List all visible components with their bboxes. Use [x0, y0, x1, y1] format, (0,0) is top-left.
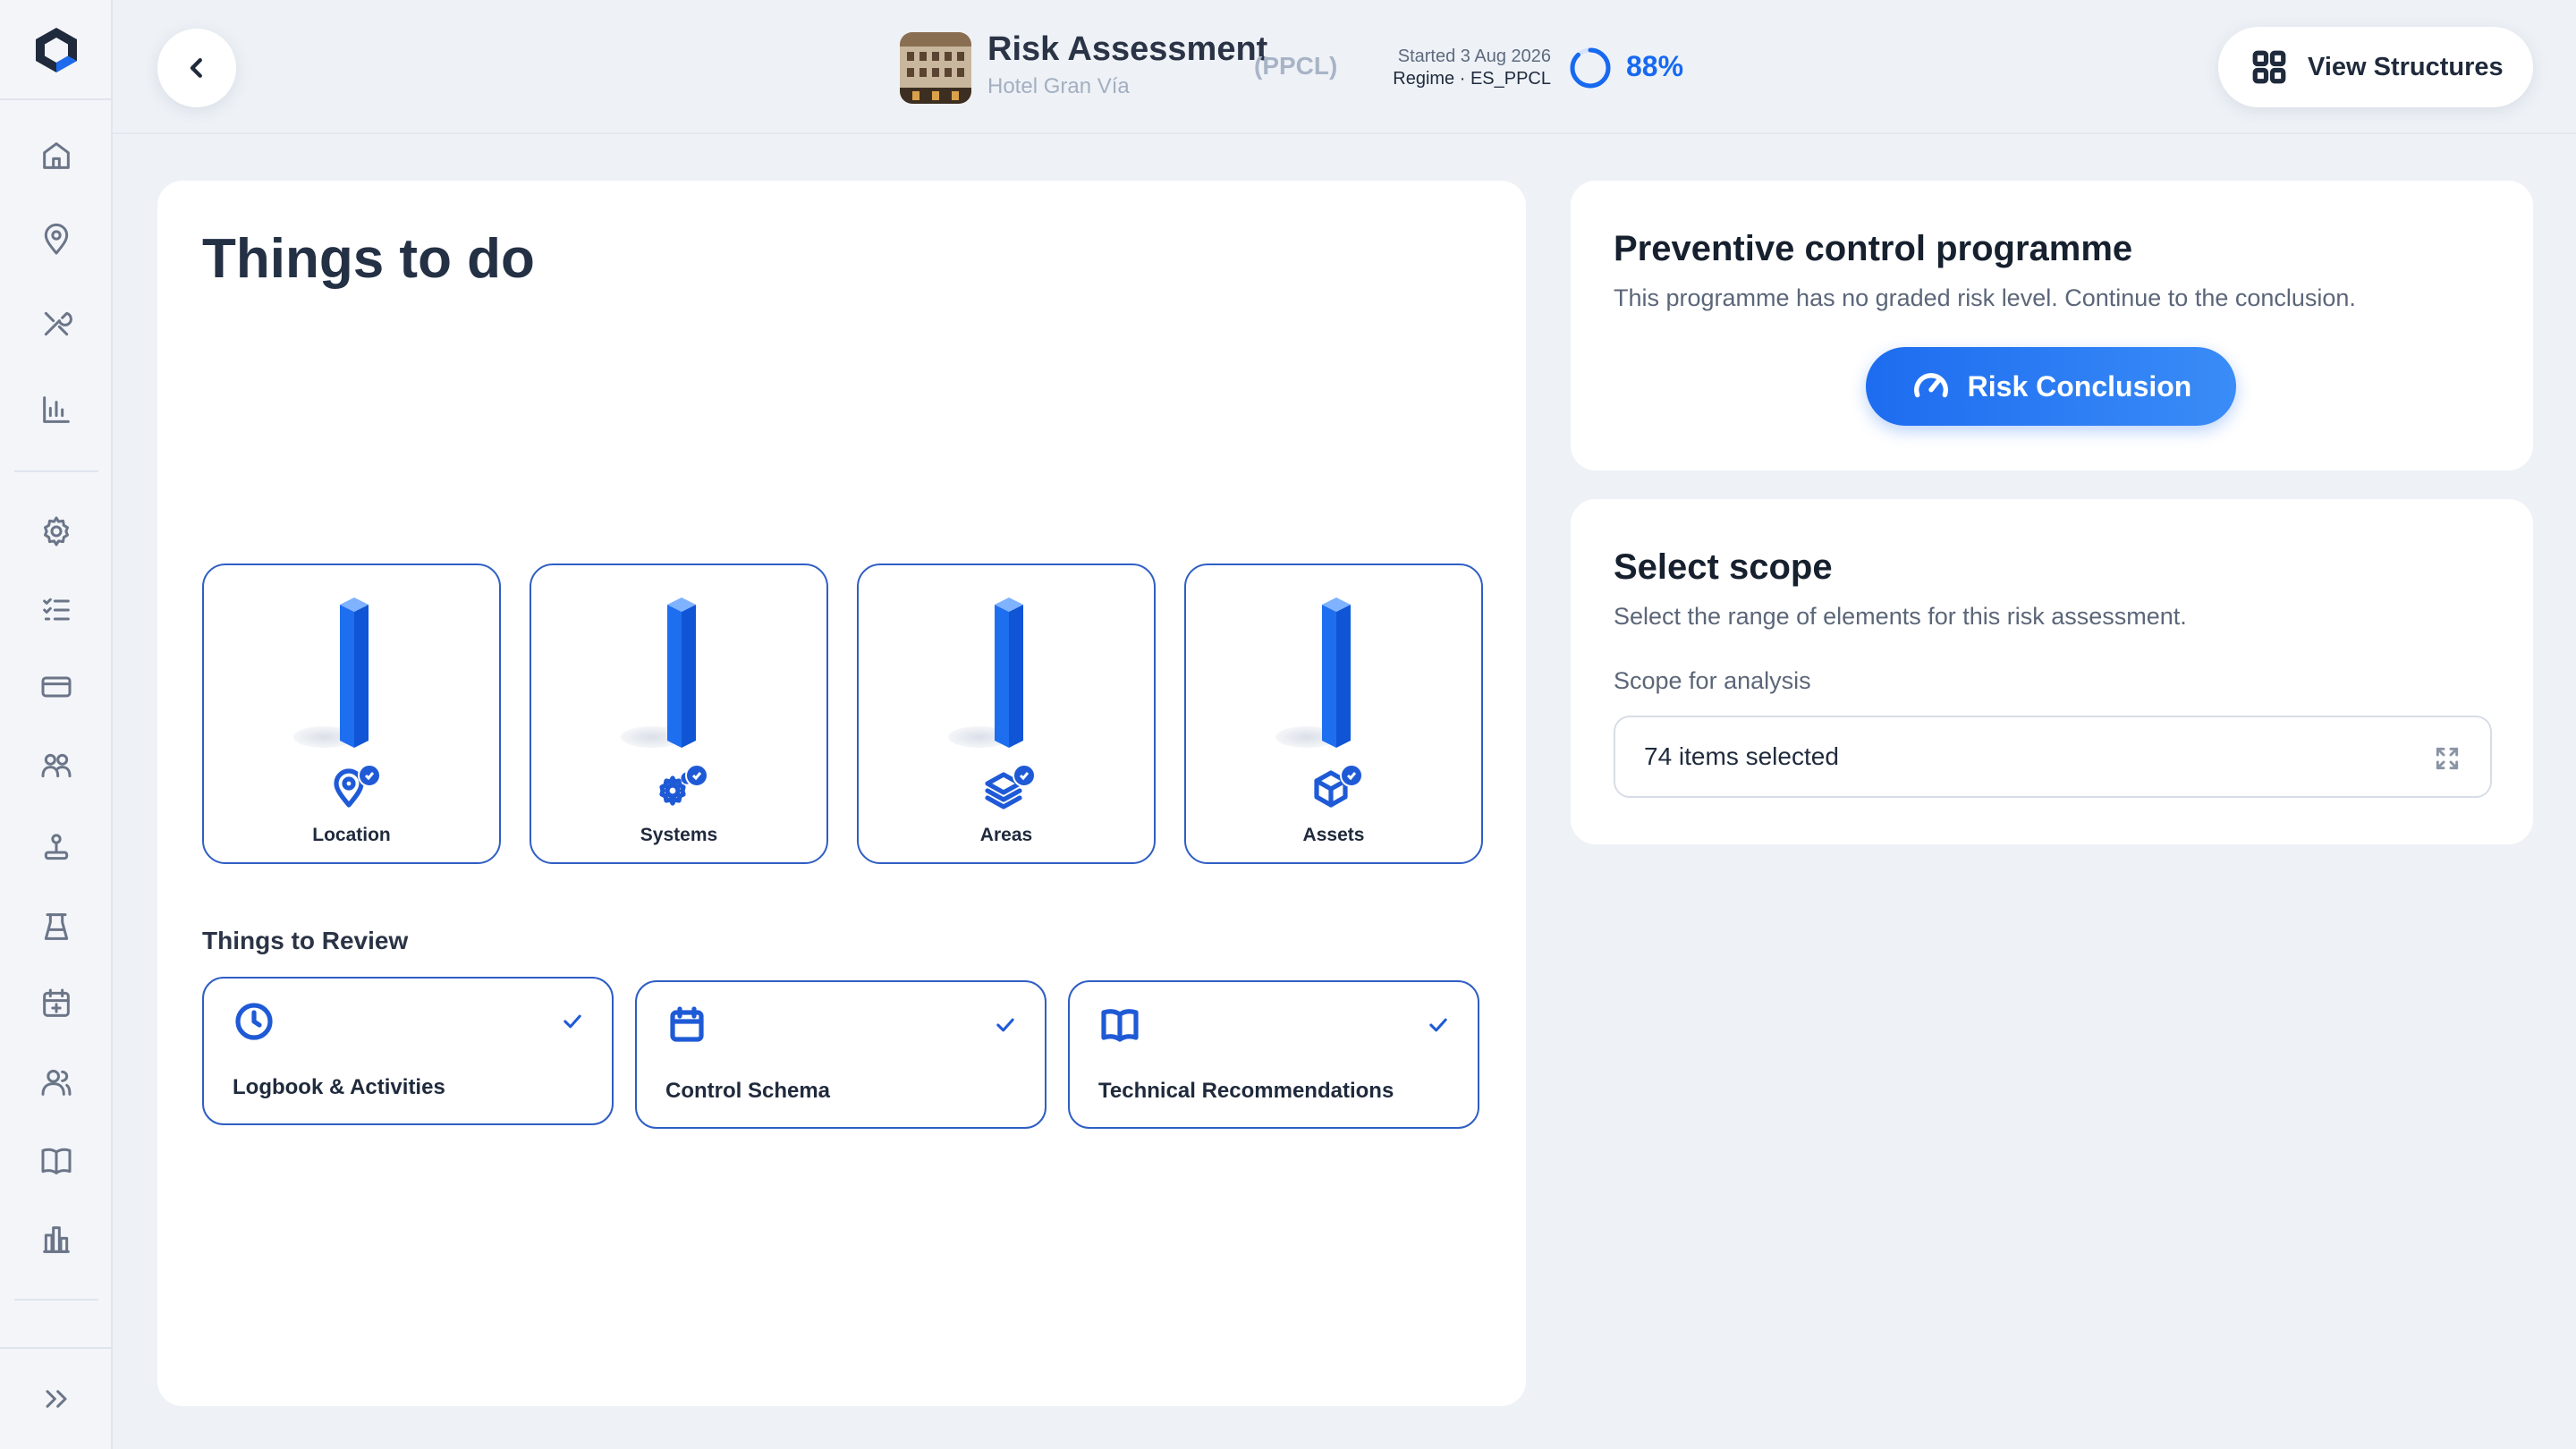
checklist-icon[interactable] — [35, 589, 78, 631]
regime-label: Regime · ES_PPCL — [1393, 69, 1551, 89]
check-badge-icon — [1013, 764, 1036, 787]
grid-icon — [2252, 50, 2286, 84]
expand-icon[interactable] — [2433, 744, 2462, 773]
back-button[interactable] — [157, 29, 236, 107]
calendar-icon — [665, 1004, 708, 1046]
select-scope-card: Select scope Select the range of element… — [1571, 499, 2533, 844]
book-icon[interactable] — [35, 1140, 78, 1182]
joystick-icon[interactable] — [35, 826, 78, 869]
buildings-icon[interactable] — [35, 1218, 78, 1261]
location-pin-icon[interactable] — [35, 218, 78, 261]
tile-systems[interactable]: Systems — [530, 564, 828, 864]
scope-select[interactable]: 74 items selected — [1614, 716, 2492, 798]
page-subtitle: Hotel Gran Vía — [987, 74, 1130, 98]
tile-location[interactable]: Location — [202, 564, 501, 864]
tile-label: Location — [312, 825, 391, 845]
card-icon[interactable] — [35, 665, 78, 708]
review-label: Control Schema — [665, 1079, 831, 1103]
review-technical-recommendations[interactable]: Technical Recommendations — [1068, 980, 1479, 1129]
started-info: Started 3 Aug 2026 Regime · ES_PPCL — [1365, 47, 1551, 89]
gauge-icon — [1913, 373, 1948, 398]
home-icon[interactable] — [35, 134, 78, 177]
tile-label: Systems — [640, 825, 718, 845]
page-title: Risk Assessment — [987, 30, 1268, 68]
lab-flask-icon[interactable] — [35, 905, 78, 948]
preventive-control-card: Preventive control programme This progra… — [1571, 181, 2533, 470]
regime-code: (PPCL) — [1254, 52, 1338, 80]
started-date: Started 3 Aug 2026 — [1397, 47, 1551, 66]
check-badge-icon — [358, 764, 381, 787]
gears-icon — [655, 764, 708, 818]
review-label: Logbook & Activities — [233, 1075, 445, 1099]
risk-conclusion-button[interactable]: Risk Conclusion — [1866, 347, 2236, 426]
preventive-description: This programme has no graded risk level.… — [1614, 284, 2356, 311]
progress-bar-3d — [995, 597, 1023, 748]
scope-title: Select scope — [1614, 547, 1833, 587]
title-block: Risk Assessment (PPCL) Hotel Gran Vía — [987, 30, 1337, 99]
progress-percent: 88% — [1626, 50, 1684, 82]
sidebar-divider — [14, 470, 98, 472]
cube-icon — [1309, 764, 1363, 818]
bar-chart-icon[interactable] — [35, 388, 78, 431]
check-badge-icon — [685, 764, 708, 787]
preventive-title: Preventive control programme — [1614, 229, 2133, 268]
view-structures-button[interactable]: View Structures — [2218, 27, 2533, 107]
progress-arc — [1570, 47, 1611, 89]
double-chevron-right-icon[interactable] — [35, 1377, 78, 1420]
sidebar — [0, 0, 113, 1449]
layers-icon — [982, 764, 1036, 818]
tile-label: Areas — [979, 825, 1033, 845]
things-to-do-title: Things to do — [202, 228, 535, 290]
check-icon — [1426, 1013, 1451, 1038]
progress-bar-3d — [667, 597, 696, 748]
sidebar-divider — [0, 1347, 113, 1349]
review-logbook-activities[interactable]: Logbook & Activities — [202, 977, 614, 1125]
app-logo[interactable] — [32, 25, 80, 75]
things-to-do-card: Things to do Location Systems Areas Asse… — [157, 181, 1526, 1406]
scope-description: Select the range of elements for this ri… — [1614, 603, 2187, 630]
open-book-icon — [1098, 1004, 1141, 1046]
risk-conclusion-label: Risk Conclusion — [1967, 369, 2192, 402]
scope-selected-value: 74 items selected — [1644, 742, 1839, 770]
location-pin-icon — [327, 764, 381, 818]
view-structures-label: View Structures — [2308, 52, 2504, 81]
check-icon — [560, 1009, 585, 1034]
review-control-schema[interactable]: Control Schema — [635, 980, 1046, 1129]
tile-areas[interactable]: Areas — [857, 564, 1156, 864]
sidebar-divider — [0, 98, 113, 100]
progress-ring — [1570, 47, 1611, 89]
review-label: Technical Recommendations — [1098, 1079, 1394, 1103]
group-icon[interactable] — [35, 744, 78, 787]
users-icon[interactable] — [35, 1061, 78, 1104]
tile-assets[interactable]: Assets — [1184, 564, 1483, 864]
topbar: Risk Assessment (PPCL) Hotel Gran Vía St… — [113, 0, 2576, 134]
tile-label: Assets — [1302, 825, 1365, 845]
progress-bar-3d — [1322, 597, 1351, 748]
chevron-left-icon — [190, 58, 202, 78]
check-icon — [993, 1013, 1018, 1038]
clock-icon — [233, 1000, 275, 1043]
tools-icon[interactable] — [35, 302, 78, 345]
scope-field-label: Scope for analysis — [1614, 667, 1811, 694]
settings-icon[interactable] — [35, 510, 78, 553]
check-badge-icon — [1340, 764, 1363, 787]
sidebar-divider — [14, 1299, 98, 1301]
hotel-thumbnail — [900, 32, 971, 104]
progress-bar-3d — [340, 597, 369, 748]
things-to-review-heading: Things to Review — [202, 927, 409, 954]
calendar-plus-icon[interactable] — [35, 982, 78, 1025]
